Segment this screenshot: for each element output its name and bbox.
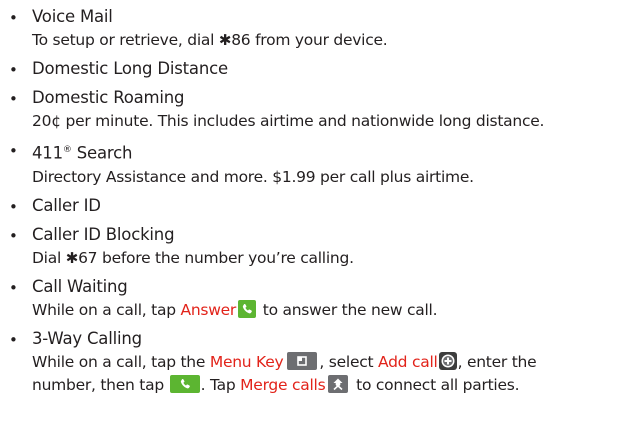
bullet: •: [9, 226, 18, 245]
desc-text: before the number you’re calling.: [97, 248, 354, 267]
item-title: Caller ID Blocking: [32, 224, 175, 244]
item-description: To setup or retrieve, dial ✱86 from your…: [32, 29, 632, 52]
feature-list-page: • Voice Mail To setup or retrieve, dial …: [0, 0, 632, 439]
list-item-caller-id-blocking: • Caller ID Blocking Dial ✱67 before the…: [0, 223, 632, 270]
merge-calls-icon: [328, 374, 349, 393]
bullet: •: [9, 278, 18, 297]
item-description: 20¢ per minute. This includes airtime an…: [32, 112, 545, 130]
desc-text: Dial: [32, 248, 66, 267]
item-description-line-1: While on a call, tap the Menu Key , selec…: [32, 351, 632, 374]
star-key-symbol: ✱: [65, 248, 79, 267]
list-item-3-way-calling: • 3-Way Calling While on a call, tap the…: [0, 327, 632, 397]
title-number: 411: [32, 143, 63, 163]
phone-dial-icon: [169, 374, 200, 393]
item-title: 411® Search: [32, 138, 632, 166]
item-description: Dial ✱67 before the number you’re callin…: [32, 247, 632, 270]
item-title: Domestic Long Distance: [32, 59, 228, 78]
desc-text: to connect all parties.: [351, 375, 520, 394]
item-description: Directory Assistance and more. $1.99 per…: [32, 167, 474, 186]
add-call-label: Add call: [378, 352, 438, 371]
phone-answer-icon: [237, 299, 257, 318]
desc-text: . Tap: [200, 375, 241, 394]
desc-text: , enter the: [457, 352, 537, 371]
title-text: Search: [71, 143, 133, 163]
list-item-roaming: • Domestic Roaming 20¢ per minute. This …: [0, 86, 632, 133]
item-title: Caller ID: [32, 195, 101, 215]
list-item-caller-id: • Caller ID: [0, 194, 632, 218]
bullet: •: [9, 330, 18, 349]
dial-code: 86: [231, 31, 251, 49]
desc-text: While on a call, tap the: [32, 352, 210, 371]
answer-label: Answer: [180, 300, 237, 319]
item-description-line-2: number, then tap . Tap Merge calls to co…: [32, 374, 632, 397]
list-item-voicemail: • Voice Mail To setup or retrieve, dial …: [0, 5, 632, 52]
item-title: 3-Way Calling: [32, 328, 142, 348]
desc-text: from your device.: [250, 31, 388, 49]
desc-text: , select: [319, 352, 379, 371]
bullet: •: [9, 142, 18, 160]
registered-mark: ®: [62, 145, 72, 155]
dial-code: 67: [78, 248, 98, 267]
add-call-icon: [438, 351, 457, 370]
desc-text: While on a call, tap: [32, 300, 181, 319]
desc-text: to answer the new call.: [258, 300, 438, 319]
item-title: Domestic Roaming: [32, 88, 185, 107]
desc-text: To setup or retrieve, dial: [32, 31, 219, 49]
star-key-symbol: ✱: [218, 31, 232, 49]
item-title: Voice Mail: [32, 7, 113, 26]
bullet: •: [9, 197, 18, 216]
item-description: While on a call, tap Answer to answer th…: [32, 299, 632, 322]
item-title: Call Waiting: [32, 276, 128, 296]
calling-features-list: • Voice Mail To setup or retrieve, dial …: [0, 5, 632, 397]
bullet: •: [9, 9, 18, 27]
merge-calls-label: Merge calls: [240, 375, 326, 394]
list-item-long-distance: • Domestic Long Distance: [0, 57, 632, 81]
menu-key-label: Menu Key: [209, 352, 284, 371]
bullet: •: [9, 90, 18, 108]
list-item-call-waiting: • Call Waiting While on a call, tap Answ…: [0, 275, 632, 322]
desc-text: number, then tap: [32, 375, 169, 394]
menu-key-icon: [287, 351, 318, 370]
bullet: •: [9, 61, 18, 79]
list-item-411-search: • 411® Search Directory Assistance and m…: [0, 138, 632, 189]
